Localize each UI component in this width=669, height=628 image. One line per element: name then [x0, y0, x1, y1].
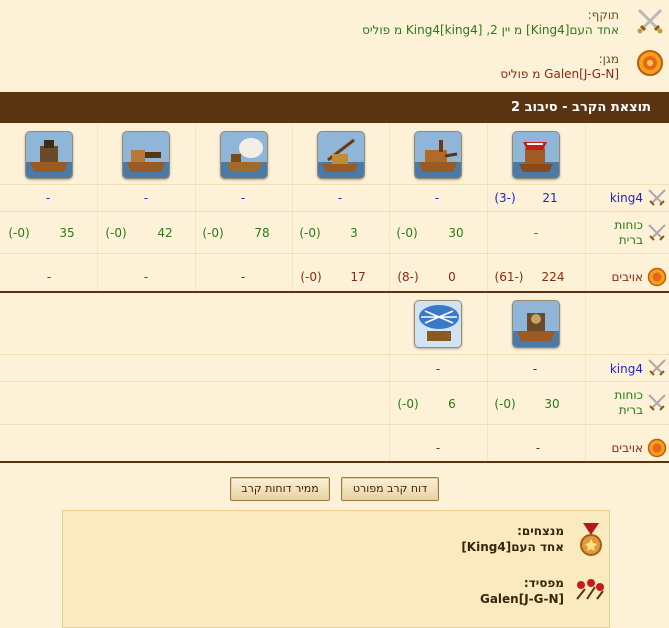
- cell-loss: (0-): [8, 226, 30, 240]
- cell-loss: (0-): [202, 226, 224, 240]
- catapult-ship-icon: [220, 131, 268, 179]
- shield-icon: [647, 267, 667, 287]
- defender-names[interactable]: Galen[J-G-N] מ פוליס: [500, 67, 619, 81]
- allies-row-label: כוחות ברית: [614, 388, 643, 417]
- enemies-row-label: אויבים: [611, 270, 643, 284]
- cell-loss: (0-): [396, 226, 418, 240]
- cell-value: -: [434, 191, 440, 205]
- cell-loss: (0-): [105, 226, 127, 240]
- cell-value: -: [46, 270, 52, 284]
- cell-value: -: [143, 191, 149, 205]
- cell-value: -: [143, 270, 149, 284]
- battle-summary-panel: מנצחים: אחד העם[King4] מפסיד: Galen[J-G-…: [62, 510, 610, 628]
- steam-ram-icon: [512, 300, 560, 348]
- cell-value: -: [240, 191, 246, 205]
- medal-icon: [580, 523, 602, 556]
- cell-value: 224: [541, 270, 565, 284]
- heavy-ship-icon: [512, 131, 560, 179]
- shield-icon: [647, 438, 667, 458]
- shield-icon: [635, 48, 665, 78]
- battle-round-header: תוצאת הקרב - סיבוב 2: [0, 92, 669, 123]
- mortar-ship-icon: [25, 131, 73, 179]
- crossed-swords-icon: [648, 189, 666, 206]
- cell-value: 3: [350, 226, 358, 240]
- fallen-soldiers-icon: [576, 579, 604, 600]
- cell-loss: (0-): [494, 397, 516, 411]
- cell-value: -: [533, 226, 539, 240]
- cell-value: 0: [448, 270, 456, 284]
- cell-value: -: [535, 441, 541, 455]
- cell-loss: (0-): [299, 226, 321, 240]
- cell-value: 21: [542, 191, 558, 205]
- king4-row-label[interactable]: king4: [610, 362, 643, 376]
- cell-value: 42: [157, 226, 173, 240]
- detailed-report-button[interactable]: דוח קרב מפורט: [341, 477, 439, 501]
- cell-value: 30: [448, 226, 464, 240]
- page-title: תוצאת הקרב - סיבוב 2: [511, 100, 651, 115]
- winners-label: מנצחים:: [517, 524, 564, 538]
- loser-label: מפסיד:: [523, 576, 564, 590]
- cell-value: -: [435, 362, 441, 376]
- cell-value: 78: [254, 226, 270, 240]
- crossed-swords-icon: [648, 224, 666, 241]
- ram-ship-icon: [414, 131, 462, 179]
- cell-value: 17: [350, 270, 366, 284]
- cell-value: -: [45, 191, 51, 205]
- cell-value: -: [337, 191, 343, 205]
- cell-loss: (0-): [397, 397, 419, 411]
- ballista-ship-icon: [122, 131, 170, 179]
- report-converter-button[interactable]: ממיר דוחות קרב: [230, 477, 330, 501]
- crossed-swords-icon: [633, 4, 667, 38]
- loser-value[interactable]: Galen[J-G-N]: [480, 592, 564, 606]
- cell-value: -: [240, 270, 246, 284]
- cell-loss: (-3): [494, 191, 516, 205]
- cell-value: -: [532, 362, 538, 376]
- cell-value: -: [435, 441, 441, 455]
- gyro-balloon-icon: [414, 300, 462, 348]
- crossed-swords-icon: [648, 359, 666, 376]
- attacker-names[interactable]: אחד העם[King4] מ יין 2, King4[king4] מ פ…: [362, 23, 619, 37]
- enemies-row-label: אויבים: [611, 441, 643, 455]
- cell-value: 30: [544, 397, 560, 411]
- flamethrower-ship-icon: [317, 131, 365, 179]
- cell-value: 35: [59, 226, 75, 240]
- king4-row-label[interactable]: king4: [610, 191, 643, 205]
- crossed-swords-icon: [648, 394, 666, 411]
- cell-loss: (-8): [397, 270, 419, 284]
- defender-label: מגן:: [598, 52, 619, 66]
- cell-loss: (0-): [300, 270, 322, 284]
- cell-loss: (-61): [494, 270, 524, 284]
- cell-value: 6: [448, 397, 456, 411]
- allies-row-label: כוחות ברית: [614, 218, 643, 247]
- attacker-label: תוקף:: [587, 8, 619, 22]
- winners-value[interactable]: אחד העם[King4]: [461, 540, 564, 554]
